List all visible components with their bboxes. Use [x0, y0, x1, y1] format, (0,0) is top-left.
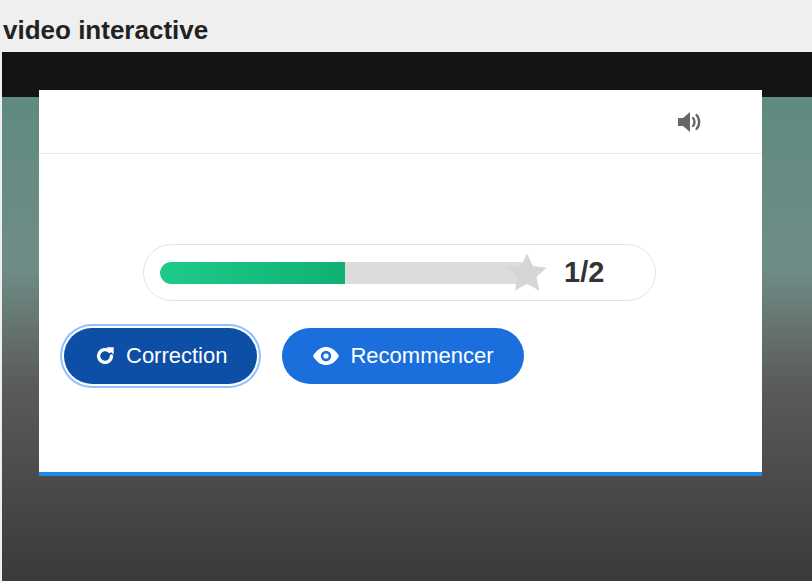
- score-text: 1/2: [564, 256, 604, 289]
- speaker-icon[interactable]: [676, 110, 704, 134]
- result-dialog: 1/2 Correction Recommencer: [39, 90, 762, 476]
- redo-icon: [94, 345, 116, 367]
- dialog-header: [39, 90, 762, 154]
- button-label: Correction: [126, 343, 227, 369]
- page-title: video interactive: [3, 15, 208, 46]
- title-bar: video interactive: [0, 0, 812, 52]
- eye-icon: [312, 346, 340, 366]
- star-icon: [504, 250, 550, 296]
- restart-button[interactable]: Recommencer: [282, 328, 523, 384]
- button-row: Correction Recommencer: [64, 328, 762, 384]
- button-label: Recommencer: [350, 343, 493, 369]
- score-bar: 1/2: [143, 244, 656, 301]
- progress-track: [160, 262, 530, 284]
- video-player[interactable]: 1/2 Correction Recommencer: [2, 52, 812, 581]
- correction-button[interactable]: Correction: [64, 328, 257, 384]
- progress-fill: [160, 262, 345, 284]
- dialog-body: 1/2 Correction Recommencer: [39, 154, 762, 384]
